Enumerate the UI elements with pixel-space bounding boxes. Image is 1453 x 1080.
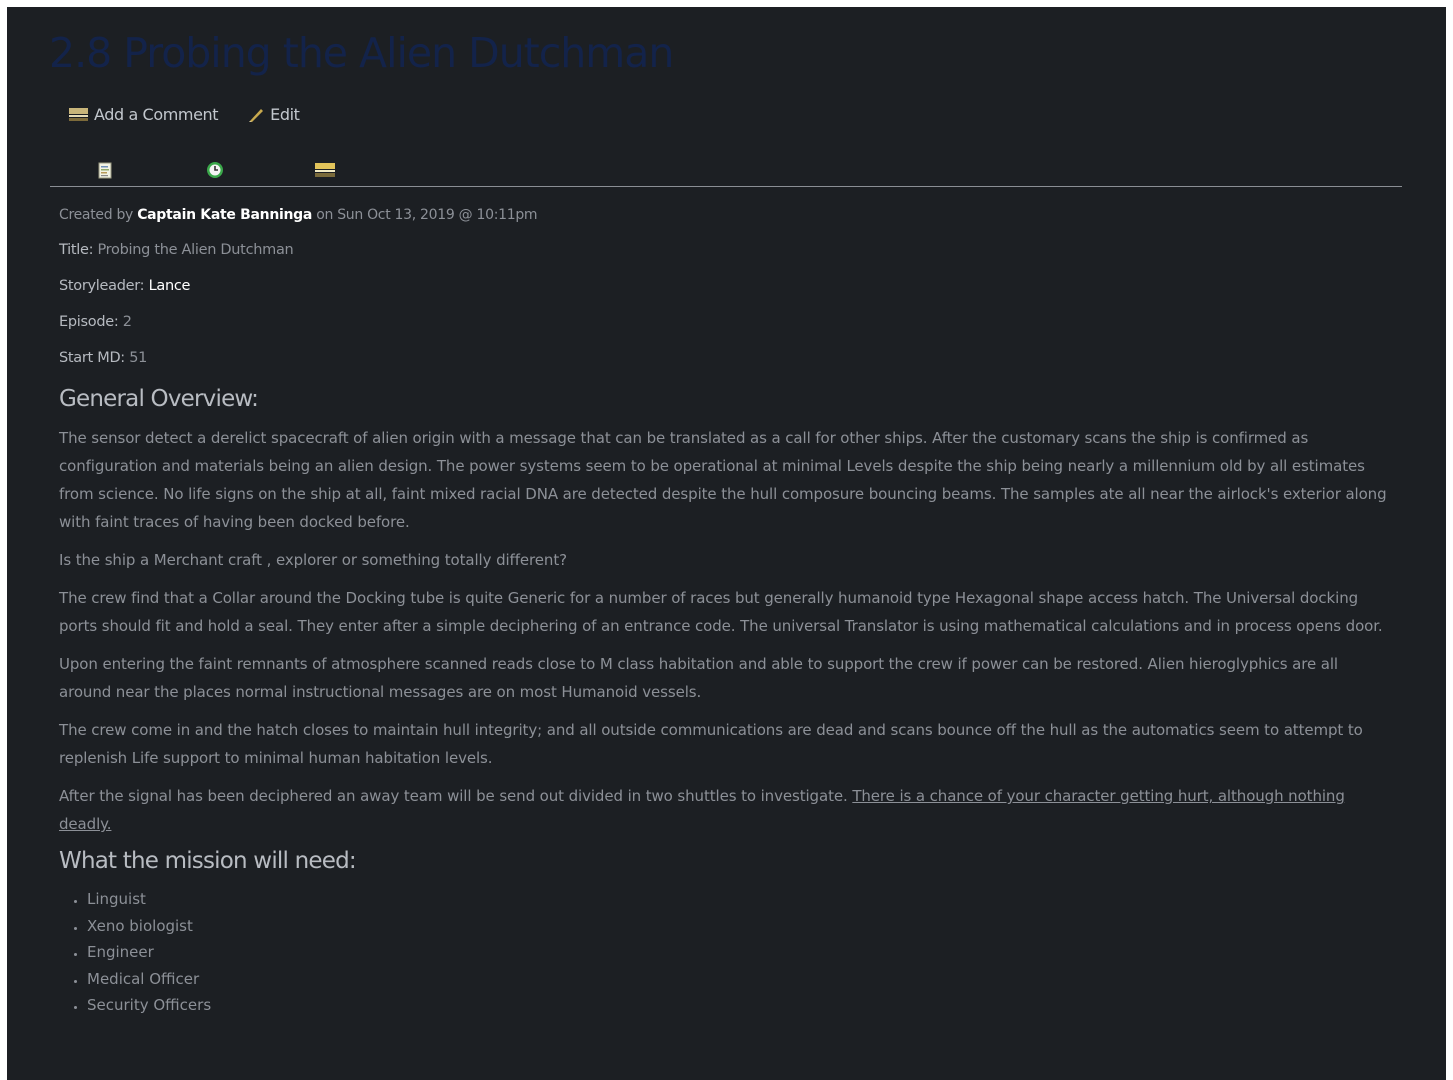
startmd-label: Start MD: — [59, 350, 125, 366]
needs-list: Linguist Xeno biologist Engineer Medical… — [59, 886, 1394, 1019]
tab-comments[interactable] — [315, 160, 335, 180]
overview-paragraph: After the signal has been deciphered an … — [59, 782, 1394, 838]
document-icon — [98, 162, 112, 178]
overview-paragraph: The sensor detect a derelict spacecraft … — [59, 429, 1387, 531]
list-item: Linguist — [87, 886, 1394, 913]
edit-label: Edit — [270, 105, 300, 124]
comment-icon — [69, 107, 88, 121]
storyleader-label: Storyleader: — [59, 278, 145, 294]
created-prefix: Created by — [59, 207, 134, 223]
created-line: Created by Captain Kate Banninga on Sun … — [59, 207, 1394, 223]
episode-value: 2 — [122, 314, 132, 330]
tab-history[interactable] — [205, 160, 225, 180]
overview-heading: General Overview: — [59, 386, 259, 412]
history-icon — [207, 162, 223, 178]
overview-paragraph: Upon entering the faint remnants of atmo… — [59, 655, 1338, 701]
list-item: Security Officers — [87, 992, 1394, 1019]
add-comment-label: Add a Comment — [94, 105, 219, 124]
overview-paragraph: Is the ship a Merchant craft , explorer … — [59, 551, 567, 569]
overview-text: After the signal has been deciphered an … — [59, 787, 853, 805]
list-item: Engineer — [87, 939, 1394, 966]
mission-content: Created by Captain Kate Banninga on Sun … — [59, 207, 1394, 1019]
action-bar: Add a Comment Edit — [69, 105, 300, 124]
storyleader-line: Storyleader: Lance — [59, 278, 1394, 294]
title-line: Title: Probing the Alien Dutchman — [59, 242, 1394, 258]
overview-paragraph: The crew come in and the hatch closes to… — [59, 721, 1363, 767]
list-item: Medical Officer — [87, 966, 1394, 993]
pencil-icon — [249, 108, 264, 122]
startmd-value: 51 — [129, 350, 148, 366]
add-comment-button[interactable]: Add a Comment — [69, 105, 219, 124]
needs-heading: What the mission will need: — [59, 848, 357, 874]
comments-icon — [315, 162, 335, 177]
startmd-line: Start MD: 51 — [59, 350, 1394, 366]
title-label: Title: — [59, 242, 94, 258]
episode-label: Episode: — [59, 314, 119, 330]
page-title: 2.8 Probing the Alien Dutchman — [49, 29, 674, 77]
edit-button[interactable]: Edit — [247, 105, 300, 124]
list-item: Xeno biologist — [87, 913, 1394, 940]
storyleader-value: Lance — [148, 278, 191, 294]
title-value: Probing the Alien Dutchman — [97, 242, 294, 258]
mission-tabs — [50, 155, 1402, 187]
overview-paragraph: The crew find that a Collar around the D… — [59, 589, 1383, 635]
author-link[interactable]: Captain Kate Banninga — [137, 207, 312, 223]
created-date: on Sun Oct 13, 2019 @ 10:11pm — [316, 207, 538, 223]
tab-details[interactable] — [95, 160, 115, 180]
mission-page: 2.8 Probing the Alien Dutchman Add a Com… — [7, 7, 1446, 1080]
episode-line: Episode: 2 — [59, 314, 1394, 330]
